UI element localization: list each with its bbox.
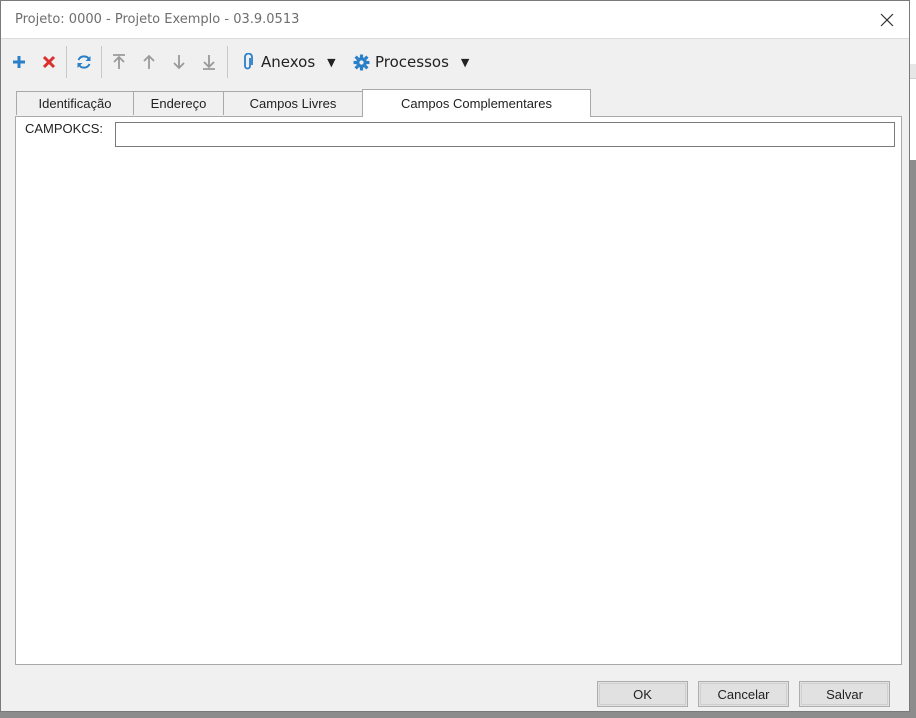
arrow-down-icon	[173, 55, 185, 70]
plus-icon	[13, 56, 25, 68]
close-button[interactable]	[865, 1, 909, 39]
ok-button[interactable]: OK	[597, 681, 688, 707]
toolbar: Anexos ▼ Processos ▼	[1, 40, 909, 84]
tab-campos-complementares[interactable]: Campos Complementares	[362, 89, 591, 117]
gear-icon	[353, 54, 370, 70]
window-title: Projeto: 0000 - Projeto Exemplo - 03.9.0…	[15, 12, 300, 27]
tab-label: Campos Livres	[249, 96, 337, 111]
move-up-button[interactable]	[138, 50, 160, 74]
move-last-button[interactable]	[198, 50, 220, 74]
processos-menu[interactable]: Processos ▼	[353, 50, 469, 74]
title-bar: Projeto: 0000 - Projeto Exemplo - 03.9.0…	[1, 1, 909, 39]
delete-button[interactable]	[38, 50, 60, 74]
toolbar-separator	[66, 46, 67, 78]
move-first-button[interactable]	[108, 50, 130, 74]
arrow-up-icon	[143, 54, 155, 69]
tab-campos-livres[interactable]: Campos Livres	[223, 91, 363, 115]
save-button[interactable]: Salvar	[799, 681, 890, 707]
arrow-to-top-icon	[113, 54, 125, 69]
toolbar-separator	[227, 46, 228, 78]
move-down-button[interactable]	[168, 50, 190, 74]
campokcs-label: CAMPOKCS:	[25, 121, 104, 136]
tab-panel-campos-complementares: CAMPOKCS:	[15, 116, 902, 665]
project-dialog: Projeto: 0000 - Projeto Exemplo - 03.9.0…	[0, 0, 910, 712]
tab-strip: Identificação Endereço Campos Livres Cam…	[15, 89, 905, 117]
campokcs-input[interactable]	[115, 122, 895, 147]
tab-label: Endereço	[150, 96, 207, 111]
anexos-label: Anexos	[261, 53, 316, 71]
processos-label: Processos	[375, 53, 449, 71]
cancel-button[interactable]: Cancelar	[698, 681, 789, 707]
chevron-down-icon: ▼	[460, 55, 470, 69]
refresh-icon	[77, 55, 91, 69]
tab-label: Identificação	[38, 96, 112, 111]
toolbar-separator	[101, 46, 102, 78]
anexos-menu[interactable]: Anexos ▼	[241, 50, 336, 74]
tab-identificacao[interactable]: Identificação	[16, 91, 134, 115]
refresh-button[interactable]	[73, 50, 95, 74]
close-icon	[880, 13, 894, 27]
x-icon	[42, 55, 56, 69]
arrow-to-bottom-icon	[203, 55, 215, 70]
chevron-down-icon: ▼	[327, 55, 336, 69]
add-button[interactable]	[8, 50, 30, 74]
paperclip-icon	[244, 53, 253, 70]
tab-endereco[interactable]: Endereço	[133, 91, 224, 115]
tab-label: Campos Complementares	[400, 96, 552, 111]
